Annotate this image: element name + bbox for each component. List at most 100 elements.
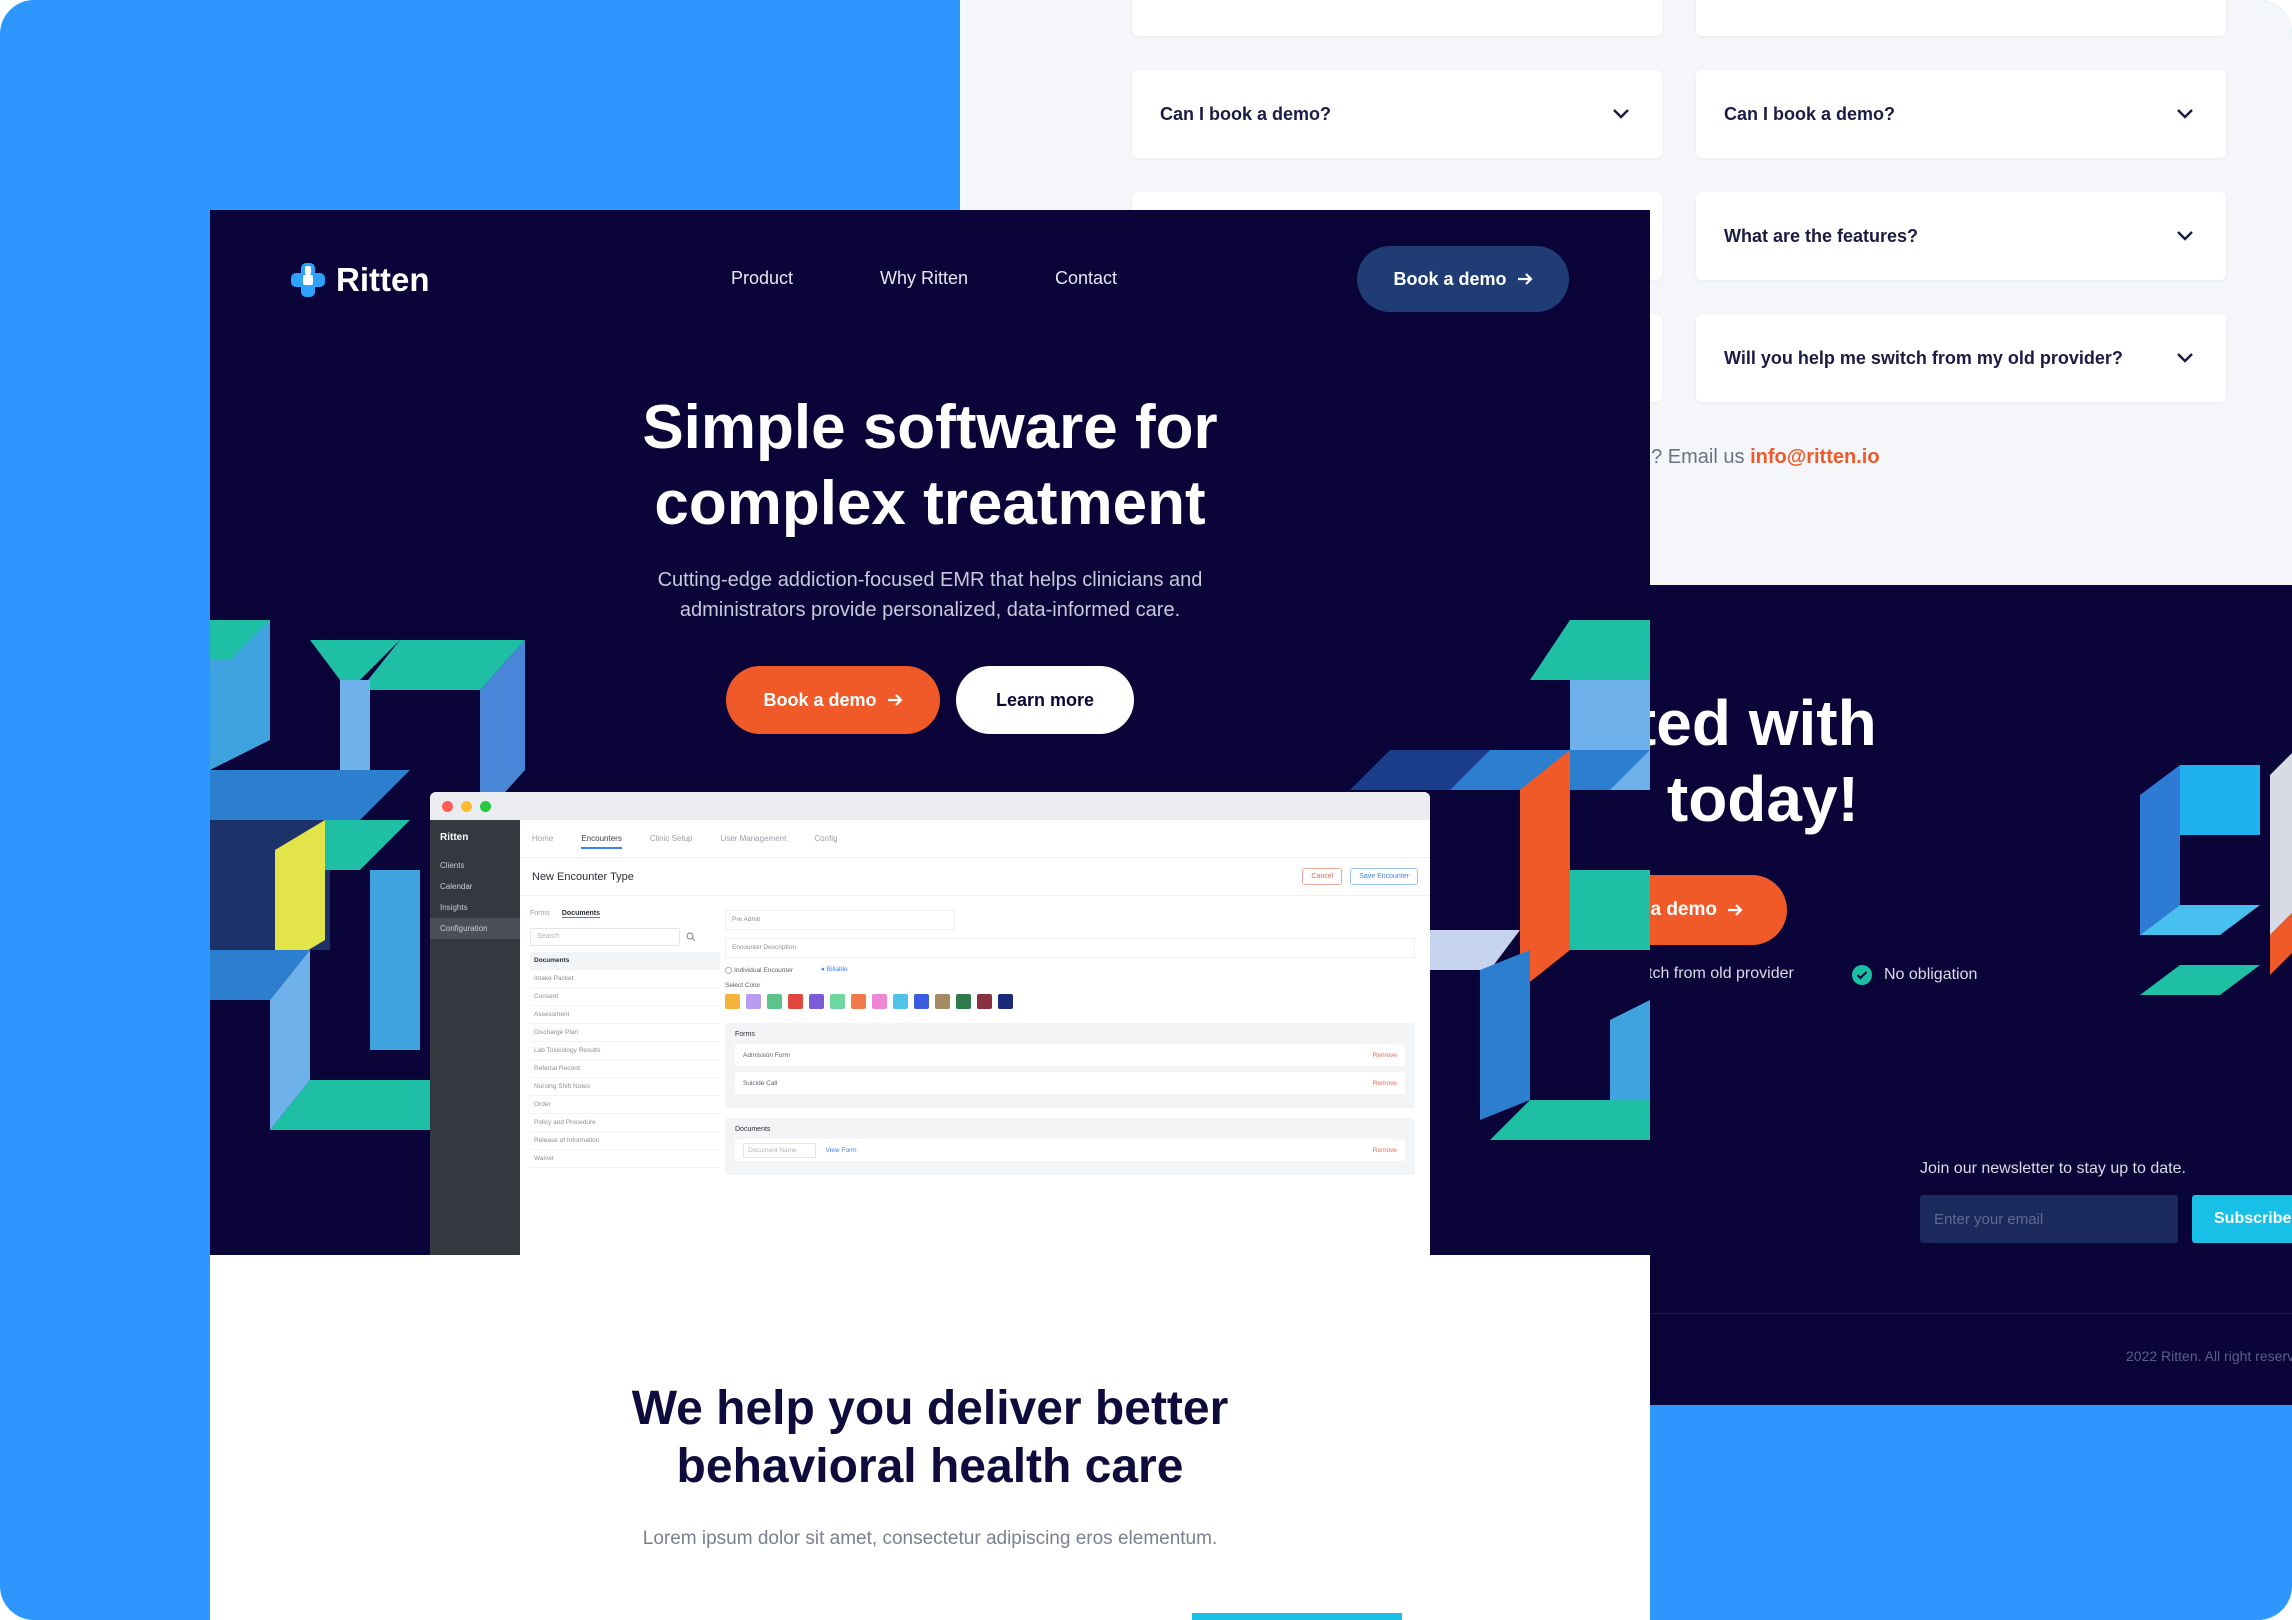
faq-question: Will you help me switch from my old prov…	[1724, 347, 2123, 368]
tab-home[interactable]: Home	[532, 834, 553, 849]
list-item[interactable]: Waiver	[530, 1150, 720, 1168]
color-swatch[interactable]	[746, 994, 761, 1009]
color-swatch[interactable]	[725, 994, 740, 1009]
remove-link[interactable]: Remove	[1373, 1147, 1397, 1154]
list-item[interactable]: Release of Information	[530, 1132, 720, 1150]
search-input[interactable]: Search	[530, 928, 680, 946]
list-item[interactable]: Nursing Shift Notes	[530, 1078, 720, 1096]
app-brand: Ritten	[440, 832, 469, 843]
front-page-mockup: Ritten Product Why Ritten Contact Book a…	[210, 210, 1650, 1620]
color-swatch[interactable]	[851, 994, 866, 1009]
color-swatch[interactable]	[914, 994, 929, 1009]
nav-book-demo-button[interactable]: Book a demo	[1357, 246, 1569, 312]
color-swatch[interactable]	[935, 994, 950, 1009]
billable-checkbox[interactable]: ● Billable	[821, 966, 848, 974]
maximize-dot-icon	[480, 800, 491, 812]
color-swatch[interactable]	[956, 994, 971, 1009]
cancel-button[interactable]: Cancel	[1302, 868, 1343, 885]
ritten-logo[interactable]: Ritten	[288, 260, 430, 300]
hero-learn-more-button[interactable]: Learn more	[956, 666, 1134, 734]
tab-forms[interactable]: Forms	[530, 910, 550, 918]
sidebar-item-configuration[interactable]: Configuration	[430, 918, 520, 939]
faq-item[interactable]	[1132, 0, 1662, 36]
list-item[interactable]: Discharge Plan	[530, 1024, 720, 1042]
hero-subtitle: Cutting-edge addiction-focused EMR that …	[210, 565, 1650, 625]
remove-link[interactable]: Remove	[1373, 1080, 1397, 1087]
showcase-background: Can I book a demo? Can I book a demo? Wh…	[0, 0, 2292, 1620]
nav-cta-label: Book a demo	[1393, 268, 1507, 289]
sidebar-item-calendar[interactable]: Calendar	[430, 876, 520, 897]
color-swatch[interactable]	[788, 994, 803, 1009]
encounter-form: Pre Admit Encounter Description ◯ Indivi…	[725, 910, 1415, 1185]
check-label: No obligation	[1884, 966, 1978, 983]
nav-link-why-ritten[interactable]: Why Ritten	[880, 268, 968, 289]
product-screenshot: Ritten Clients Calendar Insights Configu…	[430, 792, 1430, 1255]
color-swatch[interactable]	[830, 994, 845, 1009]
list-item[interactable]: Intake Packet	[530, 970, 720, 988]
section-subtitle: Lorem ipsum dolor sit amet, consectetur …	[642, 1528, 1218, 1549]
email-link[interactable]: info@ritten.io	[1750, 446, 1879, 468]
color-swatches[interactable]	[725, 994, 1415, 1009]
faq-item[interactable]: Can I book a demo?	[1696, 70, 2226, 158]
color-swatch[interactable]	[893, 994, 908, 1009]
tab-config[interactable]: Config	[814, 834, 837, 849]
view-form-link[interactable]: View Form	[826, 1147, 857, 1154]
document-name-input[interactable]: Document Name	[743, 1142, 816, 1158]
app-main: Home Encounters Clinic Setup User Manage…	[520, 820, 1430, 1255]
documents-column: Forms Documents Search Documents Intake …	[530, 910, 720, 1168]
search-icon[interactable]	[686, 932, 696, 942]
nav-link-contact[interactable]: Contact	[1055, 268, 1117, 289]
faq-item[interactable]: Can I book a demo?	[1132, 70, 1662, 158]
app-tabs: Home Encounters Clinic Setup User Manage…	[520, 820, 1430, 858]
faq-item[interactable]: Will you help me switch from my old prov…	[1696, 314, 2226, 402]
encounter-name-field[interactable]: Pre Admit	[725, 910, 955, 930]
list-item[interactable]: Order	[530, 1096, 720, 1114]
color-label: Select Color	[725, 982, 761, 989]
color-swatch[interactable]	[998, 994, 1013, 1009]
check-item: tch from old provider	[1648, 965, 1794, 983]
section-title-line: We help you deliver better	[631, 1382, 1229, 1435]
documents-panel: Documents Document Name View Form Remove	[725, 1118, 1415, 1175]
chevron-down-icon[interactable]	[2170, 99, 2200, 129]
faq-question: Can I book a demo?	[1160, 103, 1332, 124]
newsletter-email-input[interactable]: Enter your email	[1920, 1195, 2178, 1243]
app-sidebar: Ritten Clients Calendar Insights Configu…	[430, 820, 520, 1255]
chevron-down-icon[interactable]	[1606, 99, 1636, 129]
hero-book-demo-button[interactable]: Book a demo	[726, 666, 940, 734]
arrow-right-icon	[1728, 904, 1743, 916]
tab-documents[interactable]: Documents	[561, 910, 600, 918]
hero-subtitle-line: administrators provide personalized, dat…	[679, 599, 1181, 621]
subscribe-button[interactable]: Subscribe	[2192, 1195, 2292, 1243]
chevron-down-icon[interactable]	[2170, 343, 2200, 373]
contact-email-line: n? Email us info@ritten.io	[1640, 446, 1880, 469]
save-button[interactable]: Save Encounter	[1350, 868, 1418, 885]
list-item[interactable]: Referral Record	[530, 1060, 720, 1078]
faq-item[interactable]	[1696, 0, 2226, 36]
logo-text: Ritten	[336, 261, 430, 298]
remove-link[interactable]: Remove	[1373, 1052, 1397, 1059]
email-prefix: n? Email us	[1640, 446, 1745, 468]
faq-item[interactable]: What are the features?	[1696, 192, 2226, 280]
sidebar-item-insights[interactable]: Insights	[430, 897, 520, 918]
color-swatch[interactable]	[872, 994, 887, 1009]
individual-encounter-radio[interactable]: ◯ Individual Encounter	[725, 966, 793, 974]
tab-clinic-setup[interactable]: Clinic Setup	[650, 834, 693, 849]
chevron-down-icon[interactable]	[2170, 221, 2200, 251]
table-row: Admission Form Remove	[735, 1044, 1405, 1066]
hero-primary-label: Book a demo	[763, 689, 877, 710]
color-swatch[interactable]	[809, 994, 824, 1009]
sidebar-item-clients[interactable]: Clients	[430, 855, 520, 876]
color-swatch[interactable]	[977, 994, 992, 1009]
tab-user-management[interactable]: User Management	[721, 834, 787, 849]
encounter-description-field[interactable]: Encounter Description	[725, 938, 1415, 958]
list-item[interactable]: Consent	[530, 988, 720, 1006]
list-item[interactable]: Assessment	[530, 1006, 720, 1024]
hero-title-line: complex treatment	[654, 469, 1206, 538]
list-item[interactable]: Policy and Procedure	[530, 1114, 720, 1132]
color-swatch[interactable]	[767, 994, 782, 1009]
hero-title: Simple software for complex treatment	[210, 390, 1650, 542]
tab-encounters[interactable]: Encounters	[581, 834, 622, 849]
nav-link-product[interactable]: Product	[731, 268, 793, 289]
list-item[interactable]: Lab Toxicology Results	[530, 1042, 720, 1060]
ritten-cross-icon	[291, 263, 325, 297]
